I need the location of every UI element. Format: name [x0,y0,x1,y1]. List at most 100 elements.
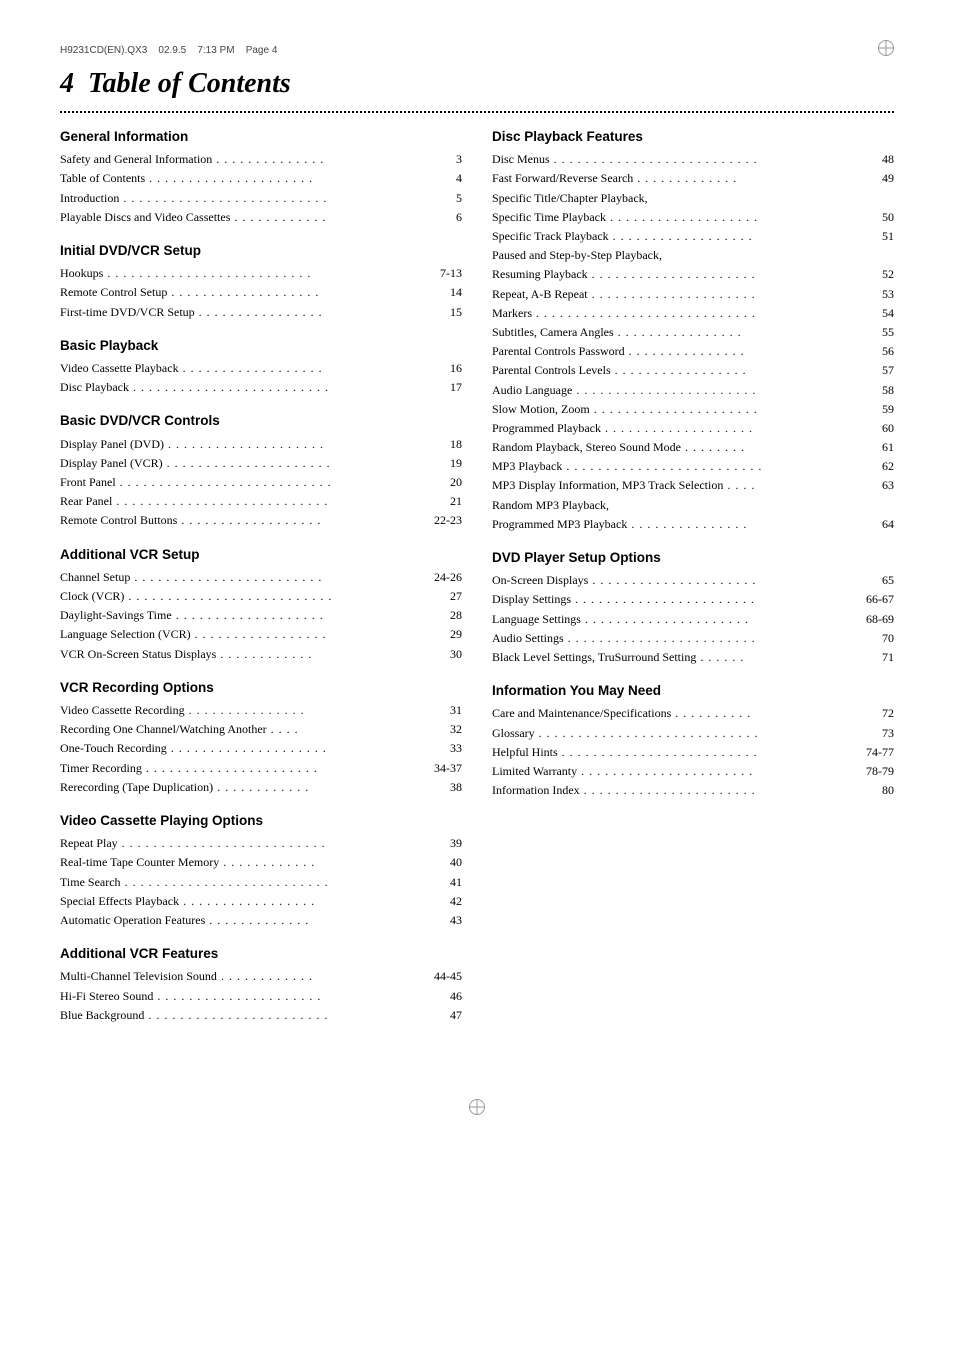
toc-entry: 52Resuming Playback . . . . . . . . . . … [492,265,894,284]
entry-page: 14 [450,283,462,302]
entry-dots: . . . . . . . . . . . . . . . . . . . . … [564,631,756,645]
toc-section: VCR Recording Options31Video Cassette Re… [60,678,462,797]
entry-dots: . . . . . . . . . . . . . . . . . . . . … [562,459,762,473]
entry-dots: . . . . . . . . . . . . . . . . . . . . … [163,456,331,470]
entry-dots: . . . . . . . . . . . . . . . . . [611,363,747,377]
toc-entry: 40Real-time Tape Counter Memory . . . . … [60,853,462,872]
entry-page: 30 [450,645,462,664]
entry-text: Care and Maintenance/Specifications [492,706,671,720]
entry-dots: . . . . . . . . . . . . . . . . . . . . … [580,783,756,797]
section-title: Initial DVD/VCR Setup [60,241,462,261]
entry-dots: . . . . . . . . . . . . . . . . . . . . … [588,267,756,281]
entry-text: Markers [492,306,532,320]
entry-text: Channel Setup [60,570,130,584]
entry-dots: . . . . . . . . . . . . . . . . [614,325,742,339]
entry-text: Disc Menus [492,152,550,166]
entry-page: 44-45 [434,967,462,986]
entry-text: On-Screen Displays [492,573,588,587]
section-title: Disc Playback Features [492,127,894,147]
file-name: H9231CD(EN).QX3 [60,45,147,56]
entry-dots: . . . . . . . . . . . . . . . . . . . . … [532,306,756,320]
toc-entry: 56Parental Controls Password . . . . . .… [492,342,894,361]
entry-page: 43 [450,911,462,930]
entry-dots: . . . . . . . . [681,440,745,454]
entry-page: 49 [882,169,894,188]
entry-text: Automatic Operation Features [60,913,205,927]
toc-entry: 71 Black Level Settings, TruSurround Sett… [492,648,894,667]
entry-dots: . . . . . . . . . . . . . . . . . . . . … [124,589,332,603]
entry-text: Programmed Playback [492,421,601,435]
entry-page: 27 [450,587,462,606]
entry-dots: . . . . . . . . . . . . . . . . . . [177,513,321,527]
toc-entry: 59Slow Motion, Zoom . . . . . . . . . . … [492,400,894,419]
toc-entry: Random MP3 Playback, [492,496,894,515]
entry-text: Black Level Settings, TruSurround Settin… [492,650,696,664]
file-time: 7:13 PM [197,45,234,56]
toc-entry: 51Specific Track Playback . . . . . . . … [492,227,894,246]
entry-text: Disc Playback [60,380,129,394]
entry-page: 15 [450,303,462,322]
toc-entry: 53Repeat, A-B Repeat . . . . . . . . . .… [492,285,894,304]
toc-entry: 28Daylight-Savings Time . . . . . . . . … [60,606,462,625]
toc-entry: 60Programmed Playback . . . . . . . . . … [492,419,894,438]
toc-entry: 3Safety and General Information . . . . … [60,150,462,169]
entry-dots: . . . . . . . . . . . . . [633,171,737,185]
registration-mark-top [878,40,894,56]
entry-text: VCR On-Screen Status Displays [60,647,216,661]
entry-dots: . . . . . . . . . . . . . . . . . . . . … [130,570,322,584]
entry-page: 42 [450,892,462,911]
entry-page: 7-13 [440,264,462,283]
entry-dots: . . . . . . . . . . . . . . . . . [191,627,327,641]
entry-dots: . . . . . . . . . . . . . . . [627,517,747,531]
entry-text: Multi-Channel Television Sound [60,969,217,983]
toc-entry: 32Recording One Channel/Watching Another… [60,720,462,739]
entry-dots: . . . . . . . . . . . . . . . . [195,305,323,319]
toc-entry: 33One-Touch Recording . . . . . . . . . … [60,739,462,758]
entry-dots: . . . . . . . . . . . . [213,780,309,794]
file-page: Page 4 [246,45,278,56]
entry-text: Playable Discs and Video Cassettes [60,210,230,224]
entry-dots: . . . . . . . . . . . . . . . . . . . . … [112,494,328,508]
entry-dots: . . . . . . . . . . . . . . [212,152,324,166]
entry-text: Parental Controls Levels [492,363,611,377]
entry-text: Daylight-Savings Time [60,608,172,622]
bottom-registration [60,1099,894,1115]
entry-page: 65 [882,571,894,590]
section-title: Additional VCR Features [60,944,462,964]
entry-text: Parental Controls Password [492,344,625,358]
entry-text: Programmed MP3 Playback [492,517,627,531]
entry-dots: . . . . . . . . . . . . . . . . . . . [601,421,753,435]
toc-entry: 21Rear Panel . . . . . . . . . . . . . .… [60,492,462,511]
toc-entry: 54 Markers . . . . . . . . . . . . . . . … [492,304,894,323]
entry-page: 57 [882,361,894,380]
entry-text: Introduction [60,191,119,205]
entry-text: MP3 Display Information, MP3 Track Selec… [492,478,723,492]
entry-dots: . . . . . . . . . . [671,706,751,720]
toc-entry: 74-77Helpful Hints . . . . . . . . . . .… [492,743,894,762]
page-header: H9231CD(EN).QX3 02.9.5 7:13 PM Page 4 [60,40,894,61]
section-title: Video Cassette Playing Options [60,811,462,831]
toc-entry: 65On-Screen Displays . . . . . . . . . .… [492,571,894,590]
entry-page: 52 [882,265,894,284]
entry-dots: . . . . . . . . . . . . . . . . . . . . … [145,171,313,185]
title-text: Table of Contents [88,68,291,99]
right-column: Disc Playback Features48Disc Menus . . .… [492,127,894,1039]
entry-page: 71 [882,648,894,667]
entry-text: First-time DVD/VCR Setup [60,305,195,319]
toc-section: Basic Playback16Video Cassette Playback … [60,336,462,398]
toc-entry: 78-79Limited Warranty . . . . . . . . . … [492,762,894,781]
entry-page: 47 [450,1006,462,1025]
entry-text: Language Settings [492,612,581,626]
entry-dots: . . . . . . . . . . . . . . . . . . . . … [571,592,755,606]
entry-dots: . . . . . . . . . . . . . [205,913,309,927]
toc-entry: 24-26Channel Setup . . . . . . . . . . .… [60,568,462,587]
toc-entry: 42Special Effects Playback . . . . . . .… [60,892,462,911]
entry-page: 55 [882,323,894,342]
entry-page: 54 [882,304,894,323]
section-title: Basic Playback [60,336,462,356]
toc-entry: 47Blue Background . . . . . . . . . . . … [60,1006,462,1025]
entry-dots: . . . . . . . . . . . . . . . . . . . . … [142,761,318,775]
entry-dots: . . . . . . . . . . . . . . . [625,344,745,358]
entry-page: 73 [882,724,894,743]
entry-page: 16 [450,359,462,378]
